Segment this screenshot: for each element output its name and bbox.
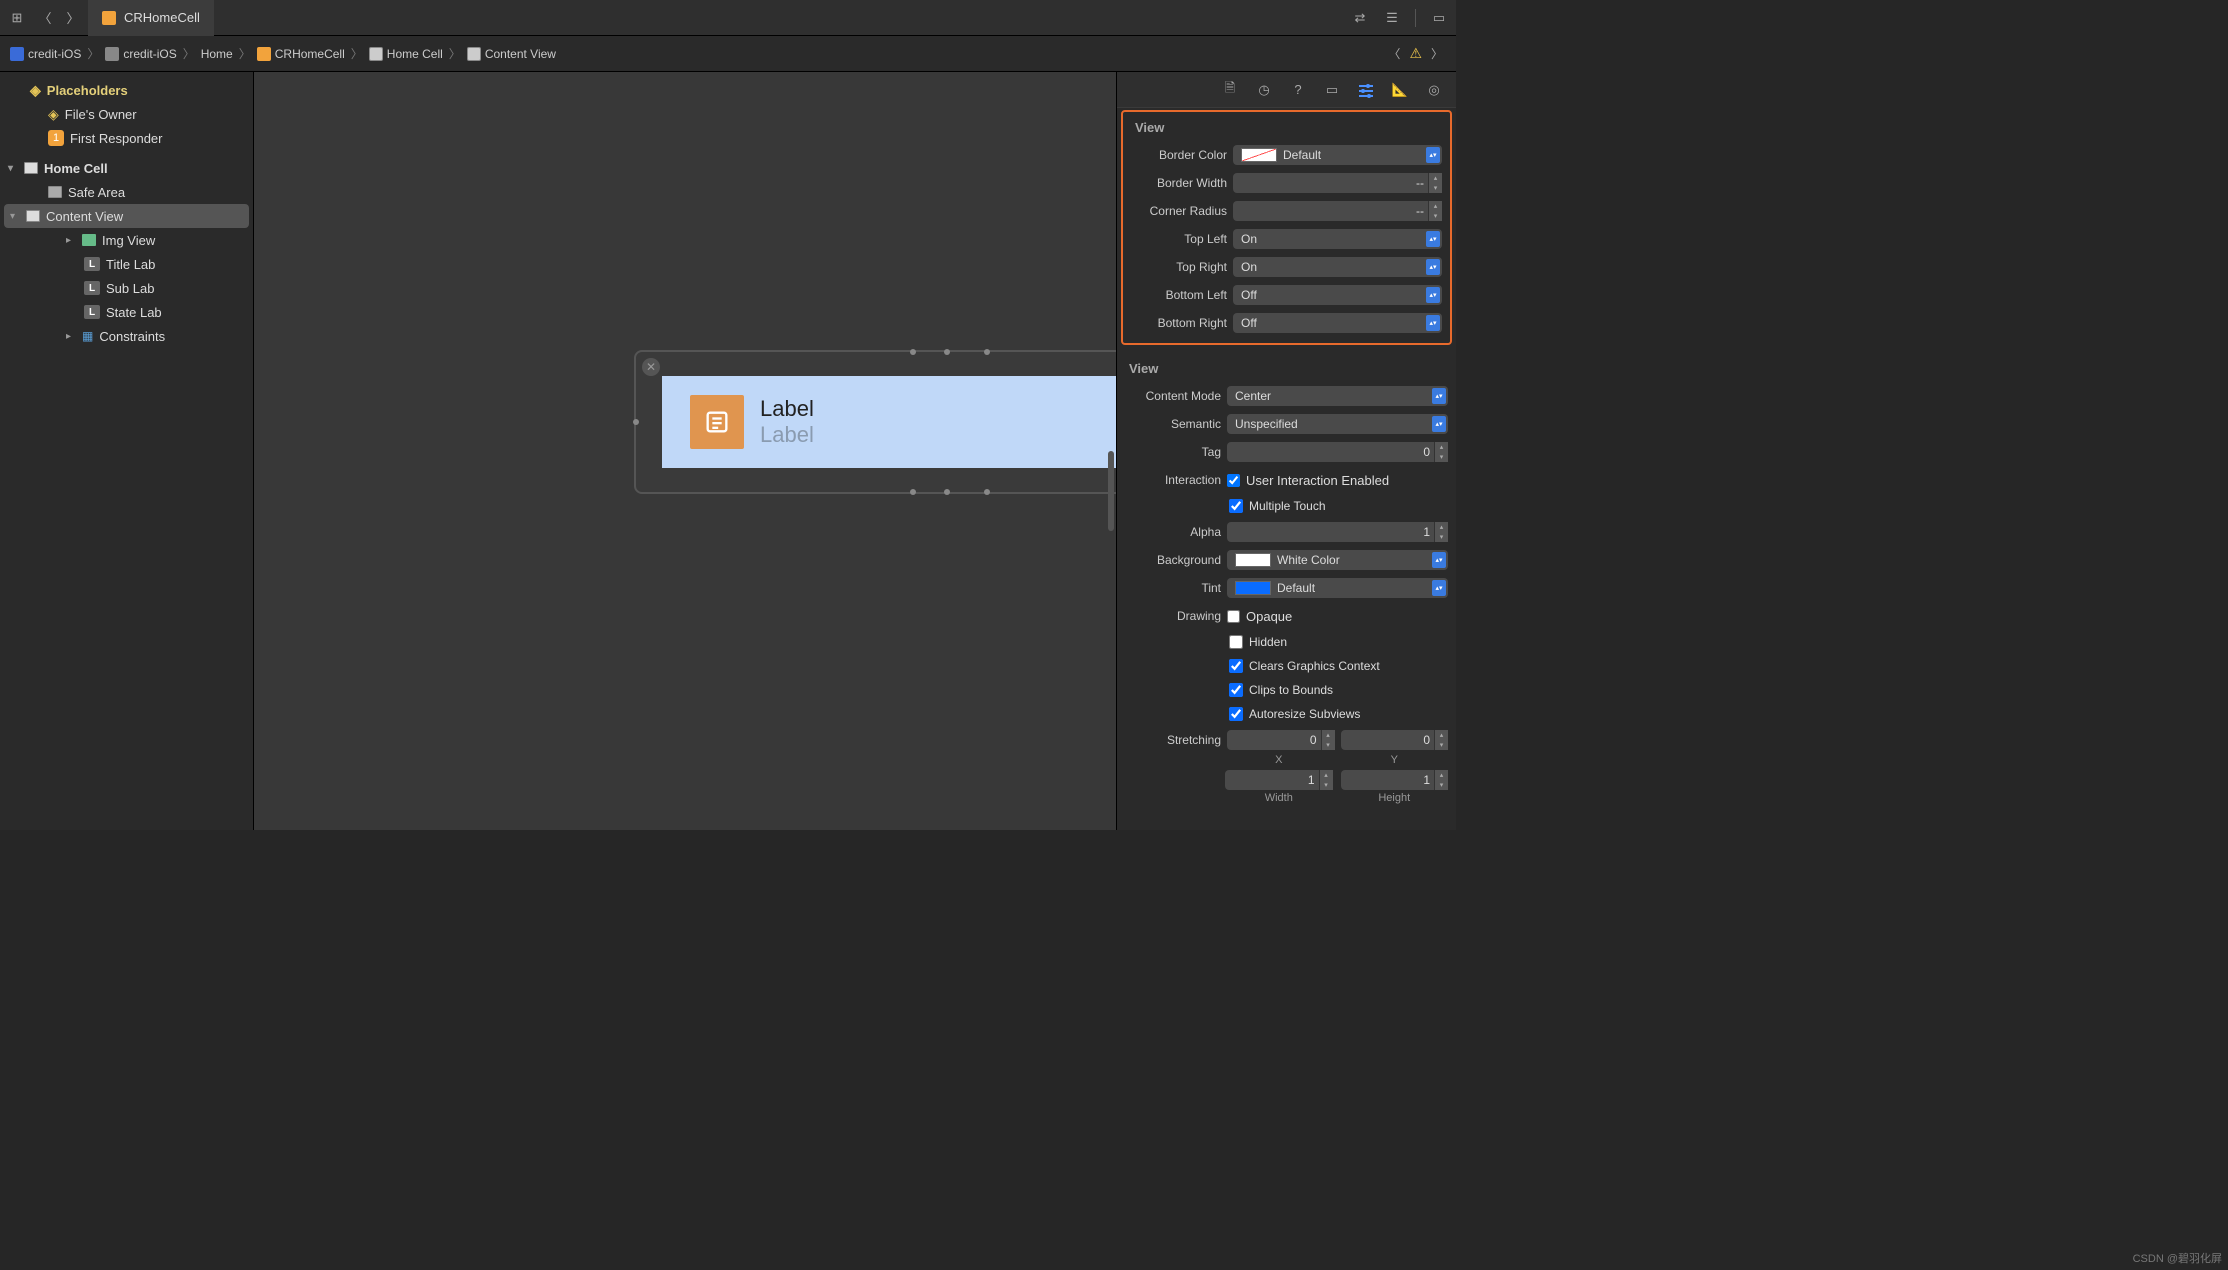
bottom-right-select[interactable]: Off▴▾ bbox=[1233, 313, 1442, 333]
background-color-picker[interactable]: White Color▴▾ bbox=[1227, 550, 1448, 570]
outline-files-owner[interactable]: ◈File's Owner bbox=[0, 102, 253, 126]
interface-builder-canvas[interactable]: ✕ Label Label Label 〉 bbox=[254, 72, 1116, 830]
sub-label[interactable]: Label bbox=[760, 422, 814, 448]
close-icon[interactable]: ✕ bbox=[642, 358, 660, 376]
section-header-view-2: View bbox=[1117, 353, 1456, 382]
clears-graphics-checkbox[interactable] bbox=[1229, 659, 1243, 673]
jump-next-icon[interactable]: 〉 bbox=[1428, 45, 1446, 63]
editor-layout-icon[interactable]: ☰ bbox=[1383, 9, 1401, 27]
opaque-checkbox[interactable] bbox=[1227, 610, 1240, 623]
inspector-panel: 🗎 ◷ ? ▭ 📐 ◎ View Border ColorDefault▴▾ B… bbox=[1116, 72, 1456, 830]
canvas-scrollbar[interactable] bbox=[1108, 451, 1114, 531]
outline-state-lab[interactable]: LState Lab bbox=[0, 300, 253, 324]
attributes-inspector-icon[interactable] bbox=[1356, 81, 1376, 99]
outline-img-view[interactable]: ▸Img View bbox=[0, 228, 253, 252]
breadcrumb-item[interactable]: CRHomeCell bbox=[257, 47, 345, 61]
outline-home-cell[interactable]: ▾Home Cell bbox=[0, 156, 253, 180]
outline-section-placeholders[interactable]: ◈Placeholders bbox=[0, 78, 253, 102]
editor-swap-icon[interactable]: ⇄ bbox=[1351, 9, 1369, 27]
outline-title-lab[interactable]: LTitle Lab bbox=[0, 252, 253, 276]
editor-tab[interactable]: CRHomeCell bbox=[88, 0, 214, 36]
breadcrumb-item[interactable]: Content View bbox=[467, 47, 556, 61]
breadcrumb-item[interactable]: credit-iOS bbox=[105, 47, 176, 61]
hidden-checkbox[interactable] bbox=[1229, 635, 1243, 649]
xib-file-icon bbox=[102, 11, 116, 25]
outline-sub-lab[interactable]: LSub Lab bbox=[0, 276, 253, 300]
content-view[interactable]: Label Label Label 〉 bbox=[662, 376, 1116, 468]
related-items-icon[interactable]: ⊞ bbox=[8, 9, 26, 27]
img-view[interactable] bbox=[690, 395, 744, 449]
inspector-tabs: 🗎 ◷ ? ▭ 📐 ◎ bbox=[1117, 72, 1456, 108]
file-inspector-icon[interactable]: 🗎 bbox=[1220, 81, 1240, 99]
border-color-picker[interactable]: Default▴▾ bbox=[1233, 145, 1442, 165]
autoresize-checkbox[interactable] bbox=[1229, 707, 1243, 721]
identity-inspector-icon[interactable]: ▭ bbox=[1322, 81, 1342, 99]
user-interaction-checkbox[interactable] bbox=[1227, 474, 1240, 487]
jump-prev-icon[interactable]: 〈 bbox=[1385, 45, 1403, 63]
outline-constraints[interactable]: ▸▦Constraints bbox=[0, 324, 253, 348]
nav-back-icon[interactable]: 〈 bbox=[36, 9, 54, 27]
help-inspector-icon[interactable]: ? bbox=[1288, 81, 1308, 99]
adjust-editor-icon[interactable]: ▭ bbox=[1430, 9, 1448, 27]
content-mode-select[interactable]: Center▴▾ bbox=[1227, 386, 1448, 406]
outline-first-responder[interactable]: 1First Responder bbox=[0, 126, 253, 150]
tint-color-picker[interactable]: Default▴▾ bbox=[1227, 578, 1448, 598]
alpha-field[interactable]: 1▴▾ bbox=[1227, 522, 1448, 542]
bottom-left-select[interactable]: Off▴▾ bbox=[1233, 285, 1442, 305]
warning-icon[interactable]: ⚠ bbox=[1409, 45, 1422, 62]
semantic-select[interactable]: Unspecified▴▾ bbox=[1227, 414, 1448, 434]
breadcrumb-item[interactable]: Home bbox=[201, 47, 233, 61]
border-width-field[interactable]: --▴▾ bbox=[1233, 173, 1442, 193]
tab-title: CRHomeCell bbox=[124, 10, 200, 25]
corner-radius-field[interactable]: --▴▾ bbox=[1233, 201, 1442, 221]
connections-inspector-icon[interactable]: ◎ bbox=[1424, 81, 1444, 99]
stretch-width-field[interactable]: 1▴▾ bbox=[1225, 770, 1333, 790]
top-left-select[interactable]: On▴▾ bbox=[1233, 229, 1442, 249]
clips-bounds-checkbox[interactable] bbox=[1229, 683, 1243, 697]
top-right-select[interactable]: On▴▾ bbox=[1233, 257, 1442, 277]
size-inspector-icon[interactable]: 📐 bbox=[1390, 81, 1410, 99]
section-header-view: View bbox=[1123, 112, 1450, 141]
tag-field[interactable]: 0▴▾ bbox=[1227, 442, 1448, 462]
stretch-x-field[interactable]: 0▴▾ bbox=[1227, 730, 1335, 750]
stretch-y-field[interactable]: 0▴▾ bbox=[1341, 730, 1449, 750]
outline-safe-area[interactable]: Safe Area bbox=[0, 180, 253, 204]
nav-forward-icon[interactable]: 〉 bbox=[64, 9, 82, 27]
home-cell-view[interactable]: ✕ Label Label Label 〉 bbox=[634, 350, 1116, 494]
breadcrumb-item[interactable]: Home Cell bbox=[369, 47, 443, 61]
breadcrumb: credit-iOS〉 credit-iOS〉 Home〉 CRHomeCell… bbox=[0, 36, 1456, 72]
breadcrumb-item[interactable]: credit-iOS bbox=[10, 47, 81, 61]
watermark: CSDN @碧羽化屏 bbox=[2133, 1250, 2222, 1266]
stretch-height-field[interactable]: 1▴▾ bbox=[1341, 770, 1449, 790]
title-label[interactable]: Label bbox=[760, 396, 814, 422]
top-toolbar: ⊞ 〈 〉 CRHomeCell ⇄ ☰ ▭ bbox=[0, 0, 1456, 36]
document-outline: ◈Placeholders ◈File's Owner 1First Respo… bbox=[0, 72, 254, 830]
ibdesignable-section: View Border ColorDefault▴▾ Border Width-… bbox=[1121, 110, 1452, 345]
history-inspector-icon[interactable]: ◷ bbox=[1254, 81, 1274, 99]
multiple-touch-checkbox[interactable] bbox=[1229, 499, 1243, 513]
outline-content-view[interactable]: ▾Content View bbox=[4, 204, 249, 228]
